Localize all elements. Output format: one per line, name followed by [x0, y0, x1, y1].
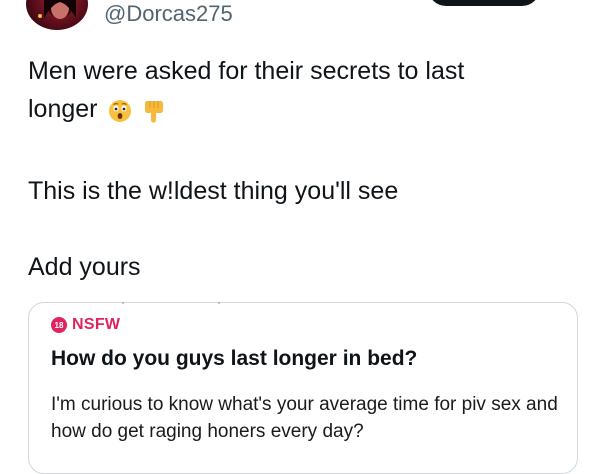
age-18-badge-icon: 18 — [51, 317, 67, 333]
card-body: I'm curious to know what's your average … — [51, 394, 558, 442]
quoted-post-card[interactable]: 18 NSFW How do you guys last longer in b… — [28, 301, 578, 474]
user-handle[interactable]: @Dorcas275 — [104, 1, 233, 27]
follow-button[interactable] — [428, 0, 540, 6]
astonished-face-emoji-icon — [108, 96, 132, 134]
nsfw-tag: 18 NSFW — [51, 315, 120, 335]
tweet-paragraph-1: Men were asked for their secrets to last… — [28, 52, 568, 134]
card-top-decoration — [121, 301, 221, 305]
tweet-line-2: longer — [28, 95, 98, 123]
nsfw-label: NSFW — [72, 316, 121, 333]
card-title: How do you guys last longer in bed? — [51, 347, 418, 370]
tweet-paragraph-2: This is the w!ldest thing you'll see — [28, 177, 399, 205]
tweet-text: Men were asked for their secrets to last… — [28, 52, 568, 286]
pointing-down-hand-emoji-icon — [143, 96, 165, 134]
avatar[interactable] — [26, 0, 88, 30]
tweet-paragraph-3: Add yours — [28, 253, 141, 281]
tweet-line-1: Men were asked for their secrets to last — [28, 57, 465, 85]
tweet-header: @Dorcas275 — [0, 0, 600, 40]
